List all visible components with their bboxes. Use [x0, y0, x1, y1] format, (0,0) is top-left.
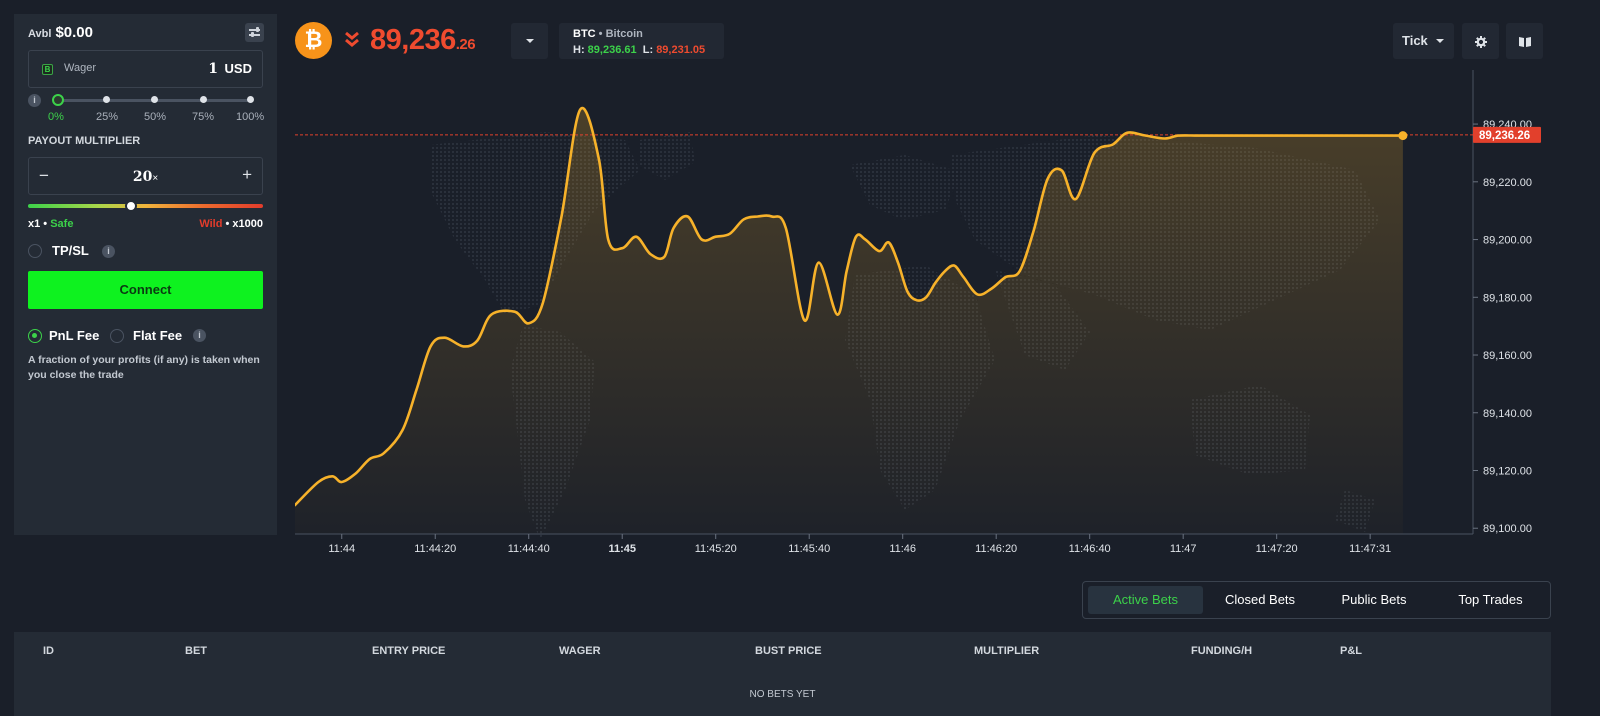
x-tick-label: 11:46:20 [975, 543, 1017, 555]
risk-min-label: x1 • Safe [28, 218, 74, 230]
price-chart[interactable]: 89,100.00 89,120.00 89,140.00 89,160.00 89,1… [295, 70, 1600, 570]
tpsl-label[interactable]: TP/SL [52, 243, 89, 258]
guide-button[interactable] [1506, 23, 1543, 59]
bet-panel: Avbl $0.00 B Wager 1 USD i 0% 25% 50% 75%… [14, 14, 277, 535]
tpsl-radio[interactable] [28, 244, 42, 258]
multiplier-stepper[interactable]: − 20× + [28, 157, 263, 195]
col-pnl: P&L [1340, 645, 1362, 657]
x-tick-label: 11:46:40 [1069, 543, 1111, 555]
book-icon [1518, 37, 1531, 48]
bets-tabs: Active Bets Closed Bets Public Bets Top … [1082, 581, 1551, 619]
current-price: 89,236.26 [370, 24, 476, 56]
price-down-icon [345, 31, 359, 47]
svg-text:89,236.26: 89,236.26 [1479, 130, 1530, 142]
flat-fee-radio[interactable] [110, 329, 124, 343]
asset-dropdown-button[interactable] [511, 23, 548, 59]
x-tick-label: 11:44 [328, 543, 355, 555]
pct-label-0[interactable]: 0% [48, 111, 64, 123]
y-tick-label: 89,140.00 [1483, 408, 1532, 420]
asset-name: BTC • Bitcoin [573, 28, 643, 40]
flat-fee-label[interactable]: Flat Fee [133, 328, 182, 343]
x-tick-label: 11:47:20 [1256, 543, 1298, 555]
empty-state: NO BETS YET [749, 689, 816, 700]
pct-stop-75[interactable] [200, 96, 207, 103]
tab-public-bets[interactable]: Public Bets [1318, 586, 1430, 614]
y-tick-label: 89,120.00 [1483, 465, 1532, 477]
x-tick-label: 11:47:31 [1349, 543, 1391, 555]
chart-settings-button[interactable] [1462, 23, 1499, 59]
fee-description: A fraction of your profits (if any) is t… [28, 354, 260, 381]
y-tick-label: 89,180.00 [1483, 292, 1532, 304]
wager-input[interactable]: B Wager 1 USD [28, 50, 263, 88]
available-balance: Avbl $0.00 [28, 24, 93, 41]
x-tick-label: 11:45:40 [788, 543, 830, 555]
pnl-fee-radio[interactable] [28, 329, 42, 343]
tab-top-trades[interactable]: Top Trades [1433, 586, 1548, 614]
pct-stop-25[interactable] [103, 96, 110, 103]
multiplier-value[interactable]: 20× [29, 169, 262, 185]
asset-high-low: H: 89,236.61 L: 89,231.05 [573, 44, 706, 56]
bets-table: ID BET ENTRY PRICE WAGER BUST PRICE MULT… [14, 632, 1551, 716]
multiplier-slider[interactable] [28, 204, 263, 208]
risk-max-label: Wild • x1000 [199, 218, 263, 230]
multiplier-increase-button[interactable]: + [242, 165, 252, 185]
x-tick-label: 11:44:20 [414, 543, 456, 555]
col-multiplier: MULTIPLIER [974, 645, 1040, 657]
col-id: ID [43, 645, 54, 657]
pct-label-25[interactable]: 25% [96, 111, 118, 123]
x-tick-label: 11:47 [1170, 543, 1197, 555]
wager-currency: USD [224, 61, 252, 76]
multiplier-slider-knob[interactable] [125, 200, 138, 212]
tab-closed-bets[interactable]: Closed Bets [1204, 586, 1316, 614]
col-funding: FUNDING/H [1191, 645, 1253, 657]
y-tick-label: 89,200.00 [1483, 235, 1532, 247]
x-tick-label: 11:44:40 [508, 543, 550, 555]
wager-label: Wager [64, 62, 96, 74]
fee-info-icon[interactable]: i [193, 329, 206, 342]
y-tick-label: 89,100.00 [1483, 523, 1532, 535]
wager-value[interactable]: 1 [208, 61, 218, 77]
pct-stop-50[interactable] [151, 96, 158, 103]
info-icon[interactable]: i [28, 94, 41, 107]
sliders-icon[interactable] [245, 23, 264, 42]
x-tick-label: 11:45:20 [695, 543, 737, 555]
y-tick-label: 89,160.00 [1483, 350, 1532, 362]
y-tick-label: 89,220.00 [1483, 177, 1532, 189]
x-axis: 11:44 11:44:20 11:44:40 11:45 11:45:20 11:45:… [295, 533, 1473, 555]
pct-label-75[interactable]: 75% [192, 111, 214, 123]
x-tick-label: 11:46 [889, 543, 916, 555]
tpsl-info-icon[interactable]: i [102, 245, 115, 258]
pnl-fee-label[interactable]: PnL Fee [49, 328, 99, 343]
wager-percent-knob[interactable] [52, 94, 64, 106]
current-price-tag: 89,236.26 [1473, 126, 1541, 143]
tab-active-bets[interactable]: Active Bets [1088, 586, 1203, 614]
price-chart-svg: 89,100.00 89,120.00 89,140.00 89,160.00 89,1… [295, 70, 1541, 555]
payout-title: PAYOUT MULTIPLIER [28, 135, 141, 147]
interval-dropdown[interactable]: Tick [1393, 23, 1454, 59]
pct-label-50[interactable]: 50% [144, 111, 166, 123]
wager-coin-icon: B [42, 64, 53, 75]
price-line-endpoint [1398, 131, 1408, 141]
gear-icon [1474, 35, 1487, 48]
avbl-label: Avbl [28, 28, 52, 40]
col-entry-price: ENTRY PRICE [372, 645, 446, 657]
pct-stop-100[interactable] [247, 96, 254, 103]
bitcoin-logo-icon: ₿ [295, 22, 332, 59]
asset-info: BTC • Bitcoin H: 89,236.61 L: 89,231.05 [559, 23, 724, 59]
pct-label-100[interactable]: 100% [236, 111, 264, 123]
col-wager: WAGER [559, 645, 601, 657]
x-tick-label: 11:45 [608, 543, 636, 555]
connect-button[interactable]: Connect [28, 271, 263, 309]
avbl-amount: $0.00 [55, 24, 93, 41]
col-bust-price: BUST PRICE [755, 645, 822, 657]
col-bet: BET [185, 645, 207, 657]
